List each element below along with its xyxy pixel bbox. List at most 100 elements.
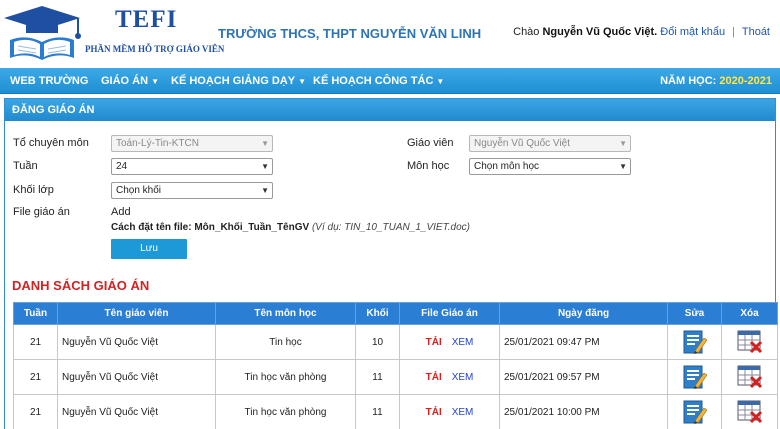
download-link[interactable]: TẢI xyxy=(426,407,442,418)
grade-cell: 11 xyxy=(355,359,400,395)
table-row: 21 Nguyễn Vũ Quốc Việt Tin học văn phòng… xyxy=(13,394,778,429)
naming-rule: Cách đặt tên file: Môn_Khối_Tuần_TênGV xyxy=(111,222,310,233)
grade-value: Chọn khối xyxy=(116,185,162,196)
teacher-cell: Nguyễn Vũ Quốc Việt xyxy=(57,324,216,360)
form-title: ĐĂNG GIÁO ÁN xyxy=(5,99,775,121)
caret-down-icon: ▼ xyxy=(151,77,159,86)
logout-link[interactable]: Thoát xyxy=(742,26,770,38)
chevron-down-icon: ▼ xyxy=(261,186,269,195)
chevron-down-icon: ▼ xyxy=(261,162,269,171)
change-password-link[interactable]: Đổi mật khẩu xyxy=(660,26,725,38)
grade-cell: 11 xyxy=(355,394,400,429)
nav-item-ke-hoach-giang-day[interactable]: KẾ HOẠCH GIẢNG DẠY ▼ xyxy=(171,68,306,94)
brand-name: TEFI xyxy=(115,6,178,33)
column-header[interactable]: Xóa xyxy=(721,302,778,325)
column-header[interactable]: Tên môn học xyxy=(215,302,356,325)
chevron-down-icon: ▼ xyxy=(619,162,627,171)
nav-item-ke-hoach-cong-tac[interactable]: KẾ HOẠCH CÔNG TÁC ▼ xyxy=(313,68,444,94)
teacher-value: Nguyễn Vũ Quốc Việt xyxy=(474,138,570,149)
chevron-down-icon: ▼ xyxy=(619,139,627,148)
column-header[interactable]: Ngày đăng xyxy=(499,302,668,325)
download-link[interactable]: TẢI xyxy=(426,372,442,383)
file-cell: TẢI XEM xyxy=(399,324,500,360)
subject-cell: Tin học văn phòng xyxy=(215,394,356,429)
column-header[interactable]: Tên giáo viên xyxy=(57,302,216,325)
delete-cell xyxy=(721,324,778,360)
week-cell: 21 xyxy=(13,324,58,360)
separator: | xyxy=(732,26,735,38)
date-cell: 25/01/2021 09:47 PM xyxy=(499,324,668,360)
subject-value: Chọn môn học xyxy=(474,161,540,172)
date-cell: 25/01/2021 10:00 PM xyxy=(499,394,668,429)
grade-select[interactable]: Chọn khối ▼ xyxy=(111,182,273,199)
department-value: Toán-Lý-Tin-KTCN xyxy=(116,138,199,149)
user-area: Chào Nguyễn Vũ Quốc Việt. Đổi mật khẩu |… xyxy=(513,26,770,38)
week-select[interactable]: 24 ▼ xyxy=(111,158,273,175)
file-cell: TẢI XEM xyxy=(399,394,500,429)
view-link[interactable]: XEM xyxy=(452,407,474,418)
naming-example: (Ví dụ: TIN_10_TUAN_1_VIET.doc) xyxy=(311,222,470,233)
add-file-button[interactable]: Add xyxy=(111,206,131,218)
school-name: TRƯỜNG THCS, THPT NGUYỄN VĂN LINH xyxy=(218,26,482,41)
table-row: 21 Nguyễn Vũ Quốc Việt Tin học 10 TẢI XEM… xyxy=(13,324,778,360)
main-navbar: WEB TRƯỜNG GIÁO ÁN ▼ KẾ HOẠCH GIẢNG DẠY ▼ … xyxy=(0,68,780,94)
grade-label: Khối lớp xyxy=(13,184,54,196)
edit-icon[interactable] xyxy=(683,329,707,355)
teacher-cell: Nguyễn Vũ Quốc Việt xyxy=(57,359,216,395)
table-header-row: Tuần Tên giáo viên Tên môn học Khối File… xyxy=(13,302,778,325)
teacher-label: Giáo viên xyxy=(407,137,454,149)
delete-icon[interactable] xyxy=(737,400,763,424)
subject-label: Môn học xyxy=(407,160,450,172)
nav-item-label: KẾ HOẠCH CÔNG TÁC xyxy=(313,75,434,87)
delete-icon[interactable] xyxy=(737,365,763,389)
file-cell: TẢI XEM xyxy=(399,359,500,395)
subject-select[interactable]: Chọn môn học ▼ xyxy=(469,158,631,175)
view-link[interactable]: XEM xyxy=(452,337,474,348)
nav-item-web-truong[interactable]: WEB TRƯỜNG xyxy=(10,68,88,94)
teacher-select: Nguyễn Vũ Quốc Việt ▼ xyxy=(469,135,631,152)
delete-icon[interactable] xyxy=(737,330,763,354)
grade-cell: 10 xyxy=(355,324,400,360)
column-header[interactable]: Khối xyxy=(355,302,400,325)
nav-item-label: GIÁO ÁN xyxy=(101,75,149,87)
department-select: Toán-Lý-Tin-KTCN ▼ xyxy=(111,135,273,152)
week-label: Tuần xyxy=(13,160,38,172)
graduation-book-icon xyxy=(4,6,81,60)
edit-cell xyxy=(667,394,722,429)
delete-cell xyxy=(721,359,778,395)
nav-item-label: WEB TRƯỜNG xyxy=(10,75,89,87)
logo[interactable]: TEFI PHẦN MỀM HỖ TRỢ GIÁO VIÊN xyxy=(0,0,224,66)
week-cell: 21 xyxy=(13,394,58,429)
department-label: Tổ chuyên môn xyxy=(13,137,89,149)
delete-cell xyxy=(721,394,778,429)
edit-icon[interactable] xyxy=(683,399,707,425)
column-header[interactable]: File Giáo án xyxy=(399,302,500,325)
caret-down-icon: ▼ xyxy=(298,77,306,86)
download-link[interactable]: TẢI xyxy=(426,337,442,348)
file-label: File giáo án xyxy=(13,206,70,218)
naming-hint: Cách đặt tên file: Môn_Khối_Tuần_TênGV (… xyxy=(111,222,470,233)
user-name: Nguyễn Vũ Quốc Việt. xyxy=(542,26,658,38)
edit-icon[interactable] xyxy=(683,364,707,390)
week-value: 24 xyxy=(116,161,128,172)
caret-down-icon: ▼ xyxy=(436,77,445,86)
save-button[interactable]: Lưu xyxy=(111,239,187,259)
lesson-plan-table: Tuần Tên giáo viên Tên môn học Khối File… xyxy=(13,302,778,429)
nav-item-giao-an[interactable]: GIÁO ÁN ▼ xyxy=(101,68,159,94)
teacher-cell: Nguyễn Vũ Quốc Việt xyxy=(57,394,216,429)
header: TEFI PHẦN MỀM HỖ TRỢ GIÁO VIÊN TRƯỜNG TH… xyxy=(0,0,780,68)
view-link[interactable]: XEM xyxy=(452,372,474,383)
school-year-value: 2020-2021 xyxy=(719,75,772,87)
column-header[interactable]: Sửa xyxy=(667,302,722,325)
edit-cell xyxy=(667,324,722,360)
subject-cell: Tin học xyxy=(215,324,356,360)
brand-subtitle: PHẦN MỀM HỖ TRỢ GIÁO VIÊN xyxy=(85,44,225,54)
edit-cell xyxy=(667,359,722,395)
school-year: NĂM HỌC: 2020-2021 xyxy=(660,68,772,94)
school-year-label: NĂM HỌC: xyxy=(660,75,717,87)
subject-cell: Tin học văn phòng xyxy=(215,359,356,395)
chevron-down-icon: ▼ xyxy=(261,139,269,148)
content-panel: ĐĂNG GIÁO ÁN Tổ chuyên môn Toán-Lý-Tin-K… xyxy=(4,98,778,429)
date-cell: 25/01/2021 09:57 PM xyxy=(499,359,668,395)
column-header[interactable]: Tuần xyxy=(13,302,58,325)
